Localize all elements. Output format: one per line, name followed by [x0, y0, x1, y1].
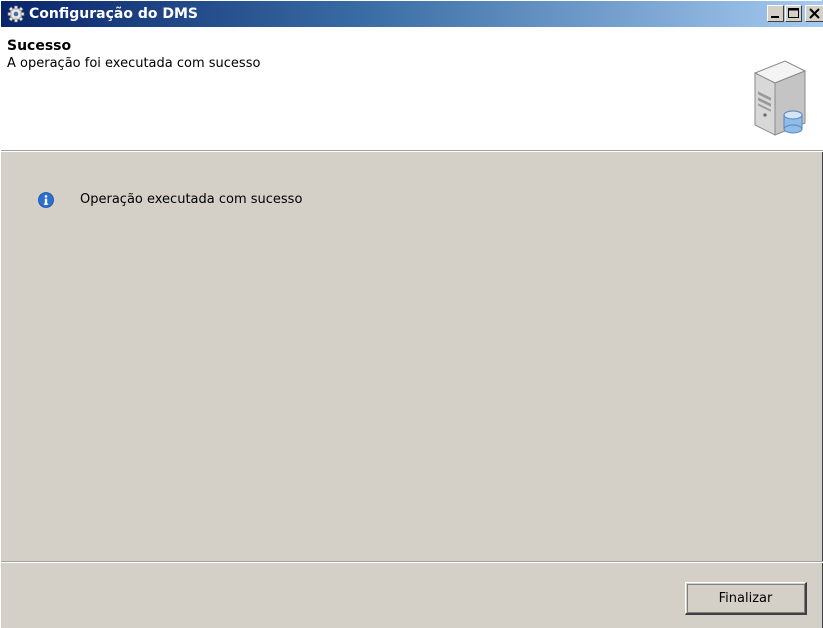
- title-bar[interactable]: Configuração do DMS: [1, 1, 823, 27]
- close-icon: [809, 8, 820, 19]
- maximize-icon: [788, 8, 799, 18]
- maximize-button[interactable]: [785, 5, 802, 22]
- header-separator: [1, 150, 823, 152]
- server-icon: [749, 59, 809, 139]
- info-icon: [38, 192, 54, 208]
- dialog-window: Configuração do DMS Sucesso A operação f…: [0, 0, 823, 628]
- minimize-icon: [771, 16, 779, 18]
- window-title: Configuração do DMS: [29, 6, 198, 22]
- gear-icon: [7, 5, 25, 23]
- finish-button[interactable]: Finalizar: [685, 582, 807, 615]
- message-text: Operação executada com sucesso: [80, 192, 303, 207]
- page-title: Sucesso: [7, 38, 72, 54]
- page-subtitle: A operação foi executada com sucesso: [7, 56, 261, 71]
- minimize-button[interactable]: [767, 5, 784, 22]
- close-button[interactable]: [805, 5, 823, 22]
- wizard-header: [1, 27, 823, 150]
- footer-separator: [1, 561, 823, 563]
